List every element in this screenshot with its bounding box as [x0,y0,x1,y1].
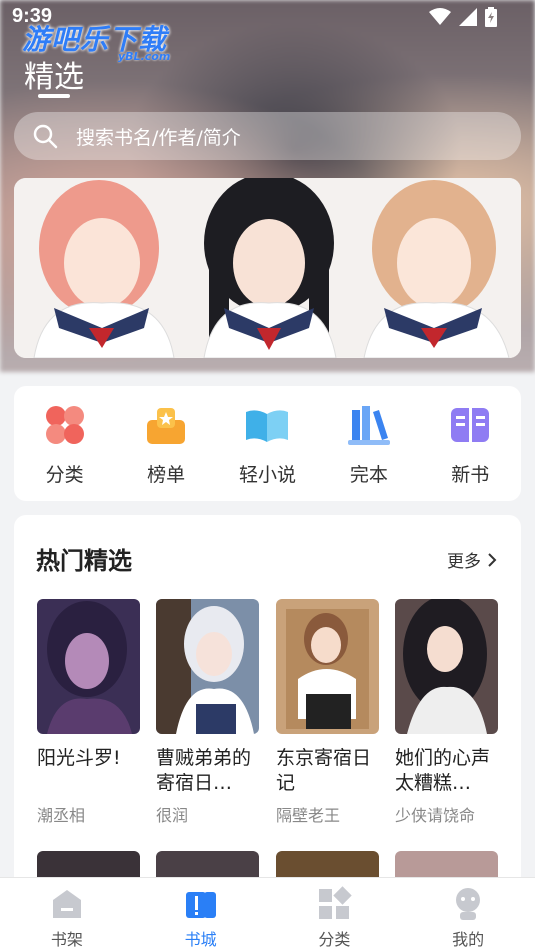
tab-label: 书架 [50,930,83,949]
quick-nav-label: 新书 [451,464,490,486]
tab-profile[interactable]: 我的 [418,878,518,951]
open-book-icon [246,410,289,442]
book-title: 她们的心声太糟糕… [395,747,491,794]
quick-nav-light-novel[interactable]: 轻小说 [227,402,307,487]
book-author: 潮丞相 [37,806,86,825]
tab-label: 分类 [318,930,351,949]
book-card[interactable]: 曹贼弟弟的寄宿日… 很润 [156,599,259,826]
grid-flower-icon [45,406,84,444]
book-cover [395,599,498,734]
search-placeholder: 搜索书名/作者/简介 [76,126,241,149]
book-author: 隔壁老王 [276,806,341,825]
tab-bookstore[interactable]: 书城 [151,878,251,951]
profile-icon [456,888,481,920]
new-book-icon [451,408,490,442]
page-title[interactable]: 精选 [24,52,84,96]
book-card[interactable]: 东京寄宿日记 隔壁老王 [276,599,379,826]
wifi-icon [429,8,451,25]
category-icon [319,886,353,919]
battery-icon [485,7,497,27]
ranking-icon [147,408,186,444]
search-bar[interactable]: 搜索书名/作者/简介 [14,112,521,160]
bottom-tab-bar: 书架 书城 分类 我的 [0,877,535,951]
quick-nav-category[interactable]: 分类 [25,402,105,487]
book-author: 少侠请饶命 [395,806,476,825]
book-cover [156,599,259,734]
more-link[interactable]: 更多 [447,547,497,572]
search-icon [33,124,58,149]
title-underline [38,94,70,98]
book-title: 曹贼弟弟的寄宿日… [156,747,252,794]
hot-section: 热门精选 更多 阳光斗罗! 潮丞相 曹贼弟弟的寄宿日… 很润 东京寄宿日记 隔壁… [14,515,521,895]
signal-icon [459,8,477,26]
watermark-domain: yBL.com [118,50,171,63]
book-card[interactable]: 阳光斗罗! 潮丞相 [37,599,140,826]
tab-label: 书城 [184,930,217,949]
book-card[interactable]: 她们的心声太糟糕… 少侠请饶命 [395,599,498,826]
book-cover [37,599,140,734]
chevron-right-icon [488,552,497,567]
bookshelf-icon [52,890,81,918]
book-title: 阳光斗罗! [37,747,121,769]
bookstore-icon [185,892,216,918]
books-icon [347,406,390,445]
banner-image [14,178,521,358]
quick-nav-label: 榜单 [147,464,186,486]
quick-nav-completed[interactable]: 完本 [329,402,409,487]
book-cover [276,599,379,734]
more-label: 更多 [447,552,481,572]
tab-category[interactable]: 分类 [284,878,384,951]
status-icons [429,7,497,27]
quick-nav-new-book[interactable]: 新书 [430,402,510,487]
quick-nav-label: 轻小说 [238,464,296,486]
book-author: 很润 [156,806,189,825]
quick-nav-label: 完本 [349,464,388,486]
section-title: 热门精选 [36,547,132,575]
book-title: 东京寄宿日记 [276,747,372,794]
quick-nav-ranking[interactable]: 榜单 [126,402,206,487]
tab-bookshelf[interactable]: 书架 [17,878,117,951]
quick-nav-label: 分类 [45,464,84,486]
banner-carousel[interactable] [14,178,521,358]
tab-label: 我的 [452,930,485,949]
quick-nav: 分类 榜单 轻小说 完本 新书 [14,386,521,501]
